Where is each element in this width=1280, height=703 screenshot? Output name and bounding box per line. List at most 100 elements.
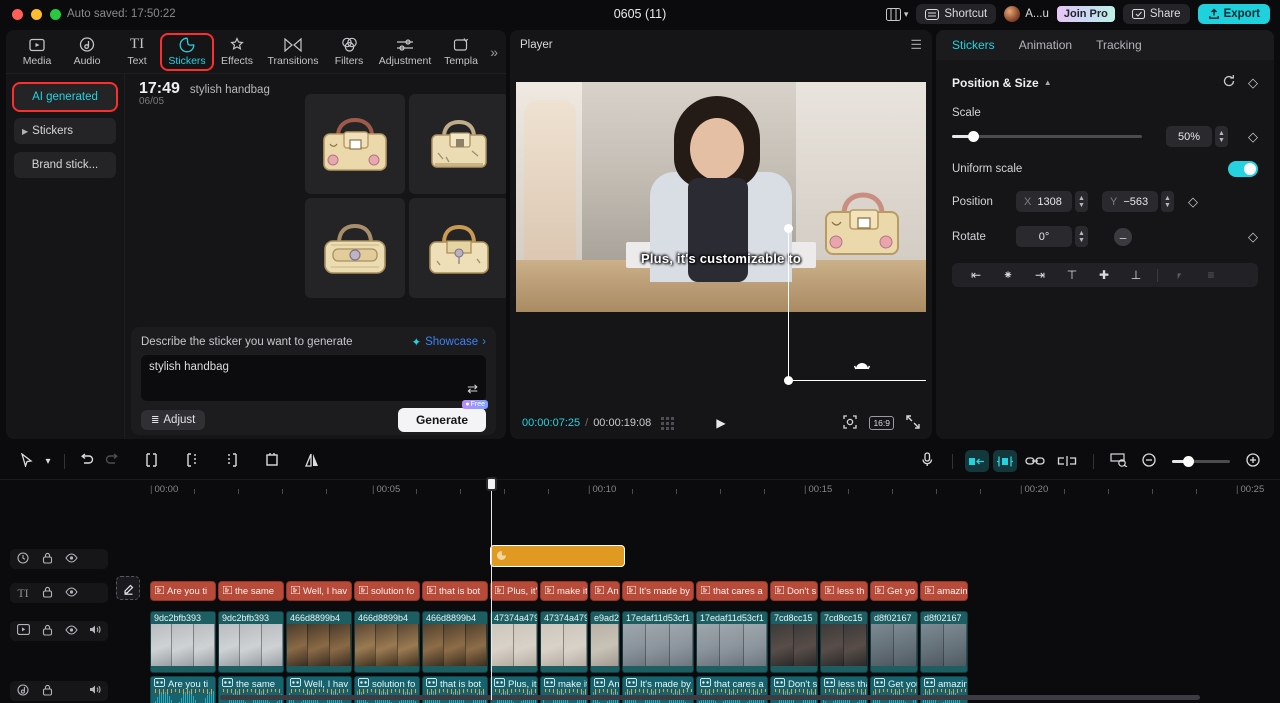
zoom-out-icon[interactable]: [1136, 453, 1162, 470]
eye-icon[interactable]: [60, 587, 82, 600]
redo-icon[interactable]: [99, 453, 125, 469]
close-window-button[interactable]: [12, 9, 23, 20]
more-categories-icon[interactable]: »: [490, 44, 502, 60]
text-clip[interactable]: make it: [540, 581, 588, 601]
split-icon[interactable]: [179, 453, 205, 470]
selection-handle-bottom[interactable]: [784, 376, 793, 385]
clock-icon[interactable]: [12, 552, 34, 567]
tab-animation[interactable]: Animation: [1019, 38, 1072, 52]
video-clip[interactable]: 466d8899b4: [422, 611, 488, 673]
lock-icon[interactable]: [36, 552, 58, 567]
tab-text[interactable]: TI Text: [112, 35, 162, 69]
position-keyframe-icon[interactable]: ◇: [1188, 194, 1198, 210]
video-icon[interactable]: [12, 624, 34, 638]
align-center-h-icon[interactable]: ⁕: [992, 268, 1024, 282]
sidebar-item-stickers[interactable]: ▶Stickers: [14, 118, 116, 144]
tab-template[interactable]: Templa: [436, 35, 486, 69]
split-right-icon[interactable]: [219, 453, 245, 470]
text-clip[interactable]: Plus, it's: [490, 581, 538, 601]
text-clip[interactable]: solution fo: [354, 581, 420, 601]
preview-sticker-handbag[interactable]: [814, 182, 910, 260]
rotate-dial[interactable]: ⚊: [1114, 228, 1132, 246]
volume-icon[interactable]: [84, 684, 106, 698]
video-clip[interactable]: 7cd8cc15: [770, 611, 818, 673]
tab-audio[interactable]: Audio: [62, 35, 112, 69]
text-clip[interactable]: Don't s: [770, 581, 818, 601]
playhead-line[interactable]: [491, 485, 492, 700]
video-clip[interactable]: 17edaf11d53cf1: [622, 611, 694, 673]
audio-clip[interactable]: Are you ti: [150, 676, 216, 703]
mic-icon[interactable]: [914, 452, 940, 470]
scale-value-input[interactable]: 50%: [1166, 126, 1212, 147]
video-clip[interactable]: e9ad2a1: [590, 611, 620, 673]
split-left-icon[interactable]: [139, 453, 165, 470]
selection-handle-top[interactable]: [784, 224, 793, 233]
timeline-tracks[interactable]: Are you tithe sameWell, I havsolution fo…: [110, 501, 1280, 703]
chevron-up-icon[interactable]: ▲: [1044, 78, 1052, 87]
layout-button[interactable]: ▾: [886, 8, 909, 21]
video-clip[interactable]: 466d8899b4: [286, 611, 352, 673]
sticker-thumbnail-1[interactable]: [305, 94, 405, 194]
list-menu-icon[interactable]: ☰: [910, 37, 922, 53]
timeline-ruler[interactable]: 00:00 00:05 00:10 00:15 00:20 00:25: [0, 479, 1280, 501]
scale-slider[interactable]: [952, 135, 1142, 138]
marker-out-icon[interactable]: [993, 450, 1017, 472]
select-tool-icon[interactable]: [14, 453, 40, 470]
align-left-icon[interactable]: ⇤: [960, 268, 992, 282]
distribute-v-icon[interactable]: ≡: [1195, 268, 1227, 282]
unlink-icon[interactable]: [1053, 454, 1081, 469]
marker-in-icon[interactable]: [965, 450, 989, 472]
lock-icon[interactable]: [36, 586, 58, 601]
sticker-thumbnail-2[interactable]: [409, 94, 506, 194]
tab-transitions[interactable]: Transitions: [262, 35, 324, 69]
position-y-stepper[interactable]: ▲▼: [1161, 191, 1174, 212]
text-clip[interactable]: the same: [218, 581, 284, 601]
lock-icon[interactable]: [36, 684, 58, 699]
play-icon[interactable]: ▶: [716, 416, 725, 430]
playhead-handle[interactable]: [486, 477, 497, 491]
share-button[interactable]: Share: [1123, 4, 1190, 24]
align-right-icon[interactable]: ⇥: [1024, 268, 1056, 282]
lock-icon[interactable]: [36, 624, 58, 639]
crop-icon[interactable]: [259, 453, 285, 470]
eye-icon[interactable]: [60, 625, 82, 638]
tab-adjustment[interactable]: Adjustment: [374, 35, 436, 69]
text-clip[interactable]: Are you ti: [150, 581, 216, 601]
pencil-edit-icon[interactable]: [116, 576, 140, 600]
mirror-icon[interactable]: [299, 453, 325, 470]
generate-button[interactable]: Generate: [398, 408, 486, 432]
video-clip[interactable]: 17edaf11d53cf1: [696, 611, 768, 673]
text-clip[interactable]: that cares a: [696, 581, 768, 601]
video-clip[interactable]: 47374a479: [540, 611, 588, 673]
keyframe-diamond-icon[interactable]: ◇: [1248, 75, 1258, 91]
tab-stickers[interactable]: Stickers: [162, 35, 212, 69]
undo-icon[interactable]: [73, 453, 99, 469]
rotate-handle-icon[interactable]: [854, 358, 870, 374]
text-clip[interactable]: And t: [590, 581, 620, 601]
fullscreen-icon[interactable]: [906, 415, 920, 432]
scale-stepper[interactable]: ▲▼: [1215, 126, 1228, 147]
tab-media[interactable]: Media: [12, 35, 62, 69]
uniform-scale-toggle[interactable]: [1228, 161, 1258, 177]
video-clip[interactable]: 466d8899b4: [354, 611, 420, 673]
shortcut-button[interactable]: Shortcut: [916, 4, 996, 24]
text-icon[interactable]: TI: [12, 586, 34, 601]
position-y-input[interactable]: Y −563: [1102, 191, 1158, 212]
window-controls[interactable]: [0, 9, 61, 20]
snapshot-icon[interactable]: [843, 415, 857, 432]
video-clip[interactable]: d8f02167: [870, 611, 918, 673]
aspect-ratio-button[interactable]: 16:9: [869, 416, 894, 430]
video-clip[interactable]: 9dc2bfb393: [150, 611, 216, 673]
sidebar-item-brand-stickers[interactable]: Brand stick...: [14, 152, 116, 178]
video-clip[interactable]: 9dc2bfb393: [218, 611, 284, 673]
video-clip[interactable]: 47374a479: [490, 611, 538, 673]
tab-tracking[interactable]: Tracking: [1096, 38, 1142, 52]
sidebar-item-ai-generated[interactable]: AI generated: [14, 84, 116, 110]
export-button[interactable]: Export: [1198, 4, 1270, 24]
video-clip[interactable]: 7cd8cc15: [820, 611, 868, 673]
audio-icon[interactable]: [12, 684, 34, 699]
tab-effects[interactable]: Effects: [212, 35, 262, 69]
volume-icon[interactable]: [84, 624, 106, 638]
eye-icon[interactable]: [60, 553, 82, 566]
text-clip[interactable]: amazin: [920, 581, 968, 601]
